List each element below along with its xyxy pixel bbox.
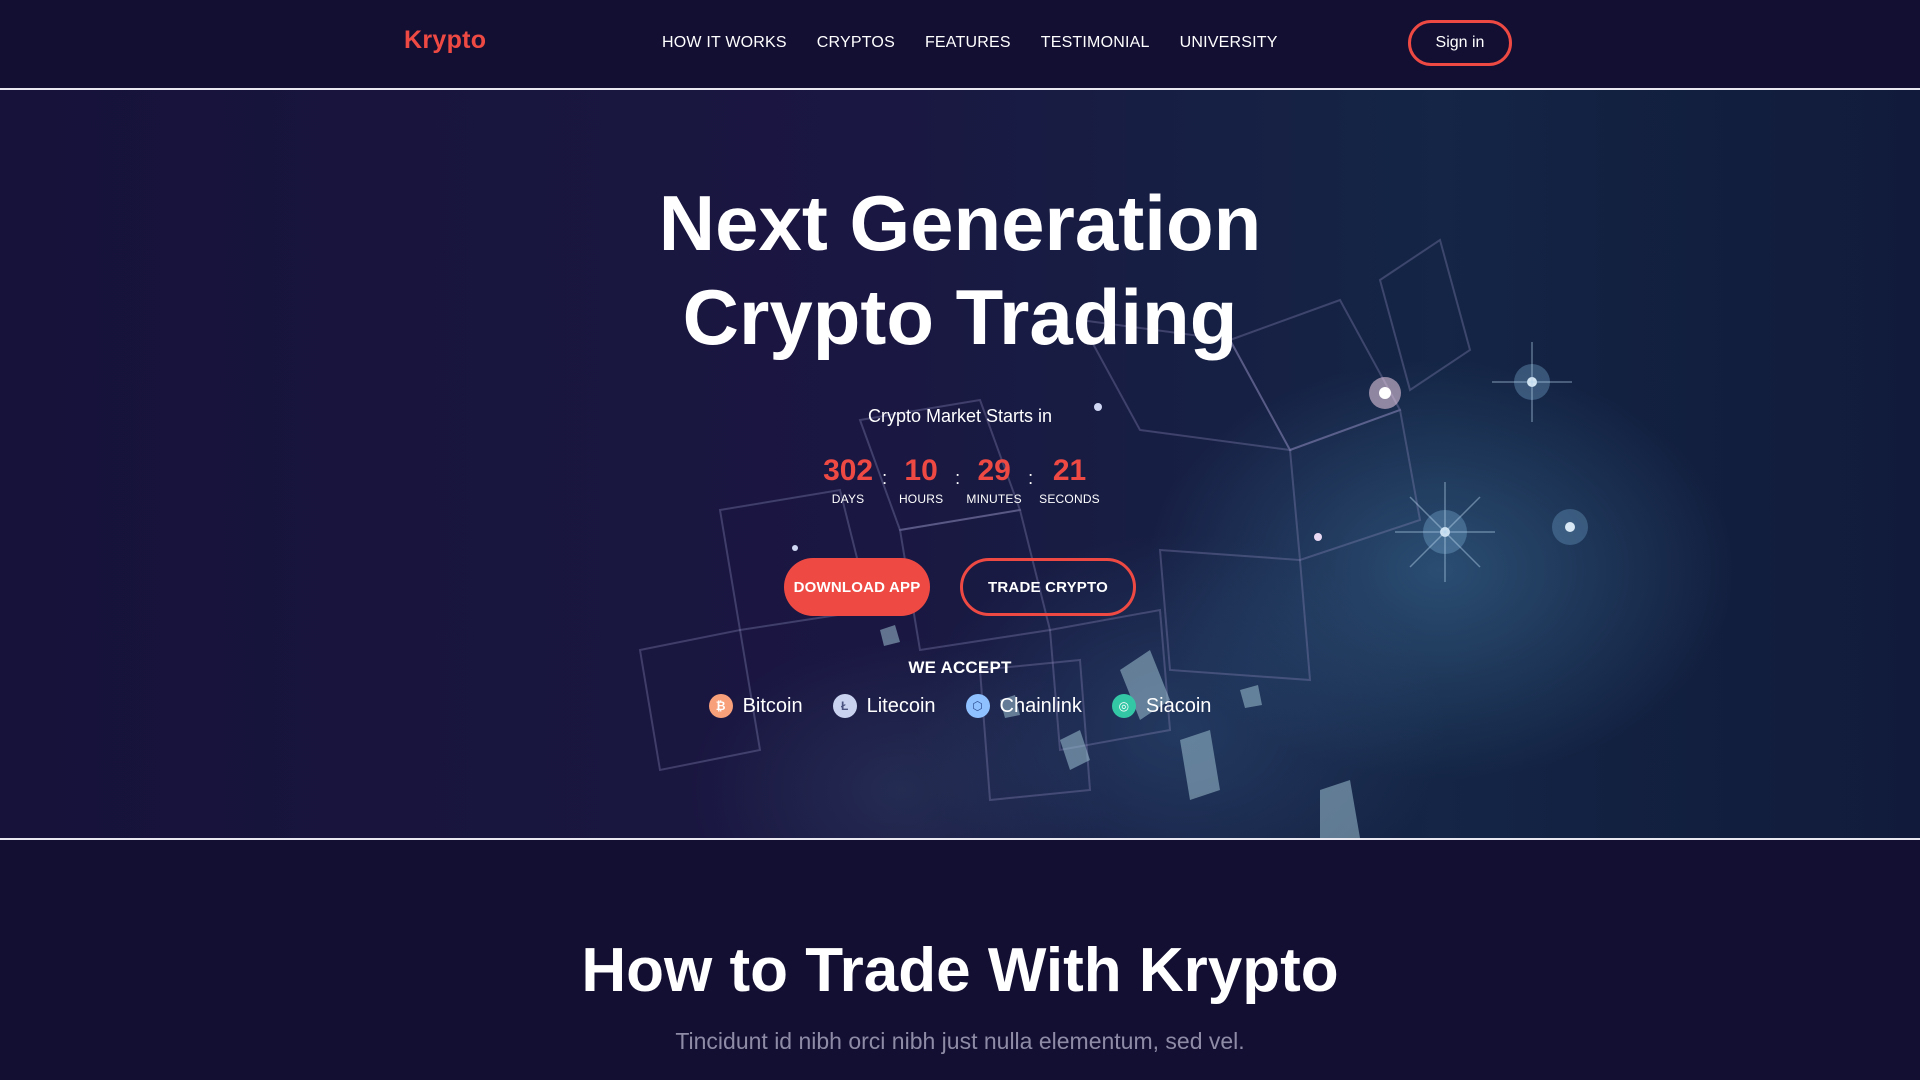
countdown-timer: 302 DAYS : 10 HOURS : 29 MINUTES : 21 SE…	[0, 454, 1920, 506]
top-navbar: Krypto HOW IT WORKS CRYPTOS FEATURES TES…	[0, 0, 1920, 90]
trade-crypto-button[interactable]: TRADE CRYPTO	[960, 558, 1136, 616]
coin-name: Siacoin	[1145, 694, 1212, 717]
hero-title: Next Generation Crypto Trading	[0, 176, 1920, 364]
countdown-minutes: 29 MINUTES	[966, 454, 1022, 506]
hero-section: Next Generation Crypto Trading Crypto Ma…	[0, 90, 1920, 840]
countdown-hours-value: 10	[904, 454, 938, 487]
countdown-minutes-value: 29	[977, 454, 1011, 487]
hero-title-line-1: Next Generation	[658, 179, 1262, 267]
countdown-days-value: 302	[823, 454, 874, 487]
coin-name: Bitcoin	[742, 694, 803, 717]
main-nav: HOW IT WORKS CRYPTOS FEATURES TESTIMONIA…	[662, 34, 1308, 52]
nav-link-cryptos[interactable]: CRYPTOS	[817, 34, 895, 52]
how-to-trade-section: How to Trade With Krypto Tincidunt id ni…	[0, 840, 1920, 1080]
countdown-hours: 10 HOURS	[893, 454, 949, 506]
hero-cta-row: DOWNLOAD APP TRADE CRYPTO	[0, 558, 1920, 616]
accepted-coins-list: ₿ Bitcoin Ł Litecoin ⬡ Chainlink ◎ Siaco…	[0, 694, 1920, 718]
bitcoin-icon: ₿	[708, 694, 733, 718]
market-start-label: Crypto Market Starts in	[867, 406, 1053, 426]
countdown-days-label: DAYS	[831, 492, 865, 506]
countdown-seconds-value: 21	[1052, 454, 1087, 487]
sign-in-button[interactable]: Sign in	[1408, 20, 1512, 66]
countdown-hours-label: HOURS	[898, 492, 944, 506]
hero-title-line-2: Crypto Trading	[682, 273, 1238, 361]
brand-logo[interactable]: Krypto	[404, 26, 486, 55]
countdown-minutes-label: MINUTES	[966, 492, 1022, 506]
coin-item-siacoin: ◎ Siacoin	[1111, 694, 1212, 718]
countdown-separator: :	[882, 468, 888, 488]
countdown-separator: :	[955, 468, 961, 488]
countdown-seconds: 21 SECONDS	[1039, 454, 1100, 506]
countdown-days: 302 DAYS	[820, 454, 876, 506]
nav-link-testimonial[interactable]: TESTIMONIAL	[1041, 34, 1150, 52]
section-title: How to Trade With Krypto	[581, 936, 1339, 1005]
download-app-button[interactable]: DOWNLOAD APP	[784, 558, 930, 616]
coin-item-bitcoin: ₿ Bitcoin	[708, 694, 803, 718]
section-subtitle: Tincidunt id nibh orci nibh just nulla e…	[675, 1028, 1245, 1054]
chainlink-icon: ⬡	[965, 694, 990, 718]
coin-name: Chainlink	[999, 694, 1082, 717]
nav-link-how-it-works[interactable]: HOW IT WORKS	[662, 34, 787, 52]
coin-item-chainlink: ⬡ Chainlink	[965, 694, 1082, 718]
nav-link-university[interactable]: UNIVERSITY	[1180, 34, 1278, 52]
litecoin-icon: Ł	[832, 694, 857, 718]
siacoin-icon: ◎	[1111, 694, 1136, 718]
countdown-separator: :	[1028, 468, 1034, 488]
countdown-seconds-label: SECONDS	[1039, 492, 1100, 506]
nav-link-features[interactable]: FEATURES	[925, 34, 1011, 52]
coin-name: Litecoin	[866, 694, 936, 717]
coin-item-litecoin: Ł Litecoin	[832, 694, 936, 718]
we-accept-label: WE ACCEPT	[908, 658, 1012, 677]
